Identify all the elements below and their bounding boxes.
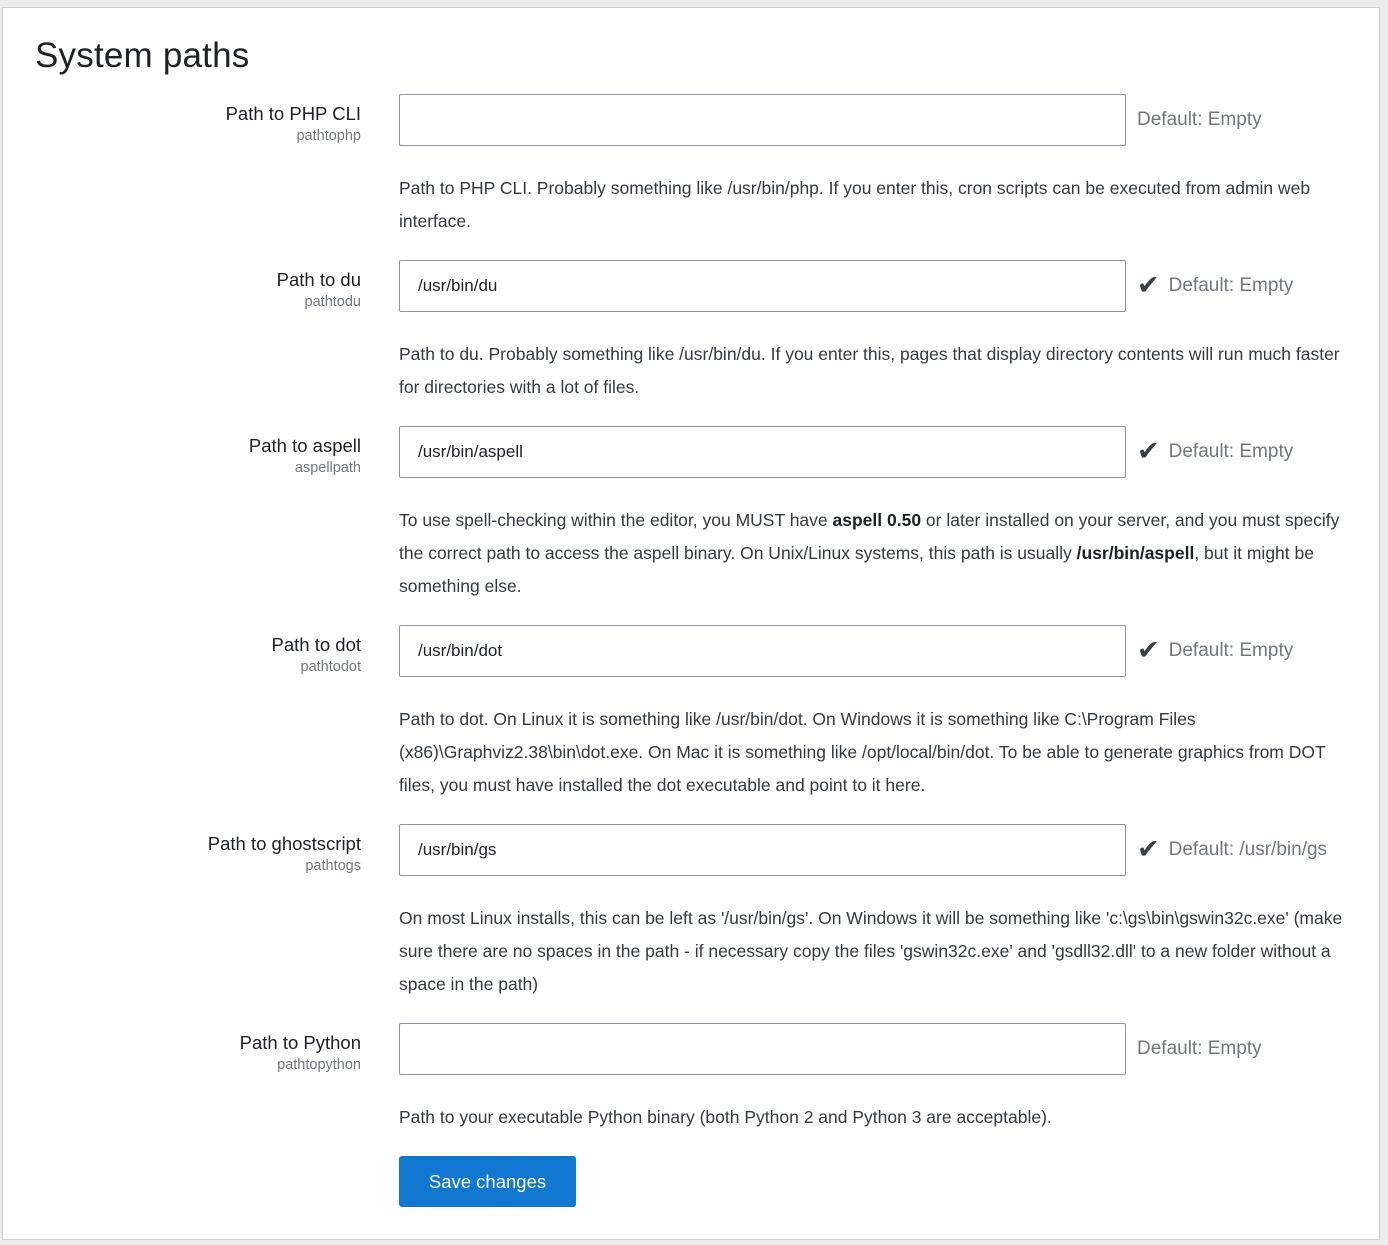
field-input-cell — [399, 426, 1126, 478]
field-input-cell — [399, 94, 1126, 146]
field-setting-name: pathtodu — [31, 294, 361, 310]
default-value-text: Default: Empty — [1137, 1038, 1262, 1060]
field-description: Path to your executable Python binary (b… — [399, 1101, 1359, 1134]
pathtopython-input[interactable] — [399, 1023, 1126, 1075]
field-input-cell — [399, 1023, 1126, 1075]
field-row-aspellpath: Path to aspell aspellpath ✔ Default: Emp… — [31, 426, 1359, 478]
description-text-bold: /usr/bin/aspell — [1077, 543, 1195, 563]
field-input-cell — [399, 824, 1126, 876]
pathtophp-input[interactable] — [399, 94, 1126, 146]
check-icon: ✔ — [1137, 836, 1160, 863]
field-row-pathtodot: Path to dot pathtodot ✔ Default: Empty — [31, 625, 1359, 677]
field-setting-name: pathtogs — [31, 858, 361, 874]
default-value-text: Default: Empty — [1169, 640, 1294, 662]
field-label-cell: Path to PHP CLI pathtophp — [31, 94, 361, 144]
pathtodu-input[interactable] — [399, 260, 1126, 312]
description-text: To use spell-checking within the editor,… — [399, 510, 833, 530]
field-input-cell — [399, 260, 1126, 312]
field-label-cell: Path to ghostscript pathtogs — [31, 824, 361, 874]
check-icon: ✔ — [1137, 438, 1160, 465]
field-setting-name: aspellpath — [31, 460, 361, 476]
field-setting-name: pathtophp — [31, 128, 361, 144]
pathtogs-input[interactable] — [399, 824, 1126, 876]
field-label-cell: Path to dot pathtodot — [31, 625, 361, 675]
settings-panel: System paths Path to PHP CLI pathtophp D… — [2, 7, 1380, 1240]
field-label-cell: Path to aspell aspellpath — [31, 426, 361, 476]
field-input-cell — [399, 625, 1126, 677]
field-label: Path to ghostscript — [31, 832, 361, 855]
field-label: Path to du — [31, 268, 361, 291]
pathtodot-input[interactable] — [399, 625, 1126, 677]
field-description: Path to dot. On Linux it is something li… — [399, 703, 1359, 802]
field-label: Path to dot — [31, 633, 361, 656]
field-default: ✔ Default: Empty — [1137, 625, 1293, 677]
field-description: Path to PHP CLI. Probably something like… — [399, 172, 1359, 238]
field-default: ✔ Default: Empty — [1137, 426, 1293, 478]
field-description: To use spell-checking within the editor,… — [399, 504, 1359, 603]
field-setting-name: pathtopython — [31, 1057, 361, 1073]
field-row-pathtopython: Path to Python pathtopython Default: Emp… — [31, 1023, 1359, 1075]
field-label: Path to aspell — [31, 434, 361, 457]
field-description: Path to du. Probably something like /usr… — [399, 338, 1359, 404]
page-title: System paths — [35, 36, 1359, 76]
field-label: Path to Python — [31, 1031, 361, 1054]
save-changes-button[interactable]: Save changes — [399, 1156, 576, 1207]
default-value-text: Default: Empty — [1169, 441, 1294, 463]
field-row-pathtogs: Path to ghostscript pathtogs ✔ Default: … — [31, 824, 1359, 876]
field-description: On most Linux installs, this can be left… — [399, 902, 1359, 1001]
field-default: Default: Empty — [1137, 94, 1262, 146]
field-label-cell: Path to du pathtodu — [31, 260, 361, 310]
field-default: Default: Empty — [1137, 1023, 1262, 1075]
form-actions: Save changes — [399, 1156, 1359, 1207]
default-value-text: Default: Empty — [1169, 275, 1294, 297]
field-default: ✔ Default: /usr/bin/gs — [1137, 824, 1327, 876]
default-value-text: Default: /usr/bin/gs — [1169, 839, 1327, 861]
field-row-pathtophp: Path to PHP CLI pathtophp Default: Empty — [31, 94, 1359, 146]
description-text-bold: aspell 0.50 — [833, 510, 922, 530]
default-value-text: Default: Empty — [1137, 109, 1262, 131]
check-icon: ✔ — [1137, 637, 1160, 664]
field-setting-name: pathtodot — [31, 659, 361, 675]
field-label: Path to PHP CLI — [31, 102, 361, 125]
field-default: ✔ Default: Empty — [1137, 260, 1293, 312]
field-row-pathtodu: Path to du pathtodu ✔ Default: Empty — [31, 260, 1359, 312]
check-icon: ✔ — [1137, 272, 1160, 299]
field-label-cell: Path to Python pathtopython — [31, 1023, 361, 1073]
aspellpath-input[interactable] — [399, 426, 1126, 478]
